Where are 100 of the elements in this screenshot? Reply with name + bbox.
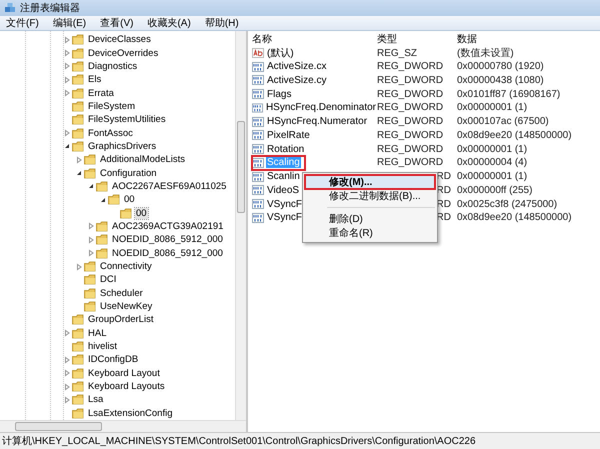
tree-item[interactable]: Keyboard Layouts — [87, 381, 166, 392]
collapsed-arrow-icon[interactable] — [62, 354, 72, 365]
tree-item[interactable]: AOC2267AESF69A011025 — [111, 180, 228, 192]
folder-icon — [72, 128, 84, 139]
folder-icon — [72, 60, 84, 72]
table-cell-text: 0x00000004 (4) — [457, 157, 528, 168]
folder-icon — [84, 274, 96, 286]
tree-item[interactable]: NOEDID_8086_5912_000 — [111, 248, 224, 259]
folder-icon — [72, 381, 84, 392]
collapsed-arrow-icon[interactable] — [62, 74, 72, 85]
tree-item[interactable]: Connectivity — [99, 261, 153, 272]
folder-icon — [96, 180, 108, 192]
tree-item[interactable]: Scheduler — [99, 288, 144, 299]
tree-item[interactable]: UseNewKey — [99, 301, 154, 312]
menu-item[interactable]: 帮助(H) — [204, 16, 239, 30]
binary-value-icon — [252, 89, 264, 100]
status-path: 计算机\HKEY_LOCAL_MACHINE\SYSTEM\ControlSet001\Control\GraphicsDrivers\Configuration\AOC226 — [2, 434, 476, 448]
value-name[interactable]: HSyncFreq.Numerator — [266, 116, 368, 128]
value-name[interactable]: VideoS — [266, 184, 300, 196]
tree-item[interactable]: GroupOrderList — [87, 314, 154, 326]
tree-item[interactable]: AdditionalModeLists — [99, 154, 186, 166]
collapsed-arrow-icon[interactable] — [62, 88, 72, 98]
menu-item[interactable]: 编辑(E) — [52, 16, 86, 30]
value-name[interactable]: VSyncF — [266, 198, 304, 210]
tree-item[interactable]: Keyboard Layout — [87, 368, 161, 379]
table-cell-text: 0x000000ff (255) — [457, 184, 534, 196]
value-name[interactable]: Rotation — [266, 144, 306, 155]
menu-item[interactable]: 修改二进制数据(B)... — [305, 189, 435, 203]
vertical-scrollbar[interactable] — [235, 31, 246, 420]
tree-item[interactable]: NOEDID_8086_5912_000 — [111, 234, 224, 246]
tree-item[interactable]: hivelist — [87, 341, 118, 352]
folder-icon — [72, 74, 84, 86]
menu-item[interactable]: 修改(M)... — [305, 175, 435, 189]
binary-value-icon — [252, 199, 264, 210]
collapsed-arrow-icon[interactable] — [62, 61, 72, 72]
value-name[interactable]: ActiveSize.cx — [266, 61, 328, 72]
column-header[interactable]: 数据 — [457, 32, 600, 46]
table-cell-text: REG_DWORD — [377, 130, 444, 141]
tree-item[interactable]: FileSystemUtilities — [87, 114, 167, 126]
collapsed-arrow-icon[interactable] — [62, 48, 72, 58]
collapsed-arrow-icon[interactable] — [86, 248, 96, 258]
menu-item[interactable]: 查看(V) — [100, 16, 134, 30]
column-header[interactable]: 类型 — [377, 32, 457, 46]
collapsed-arrow-icon[interactable] — [62, 368, 72, 378]
folder-icon — [84, 288, 96, 299]
tree-item[interactable]: Els — [87, 74, 102, 86]
tree-item[interactable]: AOC2369ACTG39A02191 — [111, 220, 224, 232]
binary-value-icon — [252, 212, 264, 223]
tree-item[interactable]: Lsa — [87, 394, 104, 406]
table-cell-text: 0x00000438 (1080) — [457, 74, 545, 86]
horizontal-scrollbar[interactable] — [0, 420, 246, 432]
value-name[interactable]: ActiveSize.cy — [266, 74, 328, 86]
collapsed-arrow-icon[interactable] — [62, 34, 72, 45]
string-value-icon — [252, 48, 264, 58]
value-name[interactable]: PixelRate — [266, 130, 311, 141]
tree-item[interactable]: IDConfigDB — [87, 354, 140, 366]
folder-icon — [72, 100, 84, 112]
binary-value-icon — [252, 158, 264, 168]
tree-item[interactable]: LsaExtensionConfig — [87, 408, 174, 419]
tree-item[interactable]: HAL — [87, 328, 108, 339]
collapsed-arrow-icon[interactable] — [62, 382, 72, 392]
folder-icon — [72, 88, 84, 99]
tree-item[interactable]: FontAssoc — [87, 128, 134, 139]
registry-cubes-icon — [4, 2, 16, 14]
collapsed-arrow-icon[interactable] — [62, 328, 72, 338]
tree-item[interactable]: FileSystem — [87, 100, 136, 112]
table-cell-text: 0x08d9ee20 (148500000) — [457, 130, 573, 141]
collapsed-arrow-icon[interactable] — [62, 394, 72, 405]
value-name[interactable]: (默认) — [266, 46, 295, 60]
folder-icon — [84, 154, 96, 166]
binary-value-icon — [252, 102, 263, 113]
menu-item[interactable]: 删除(D) — [305, 212, 435, 226]
tree-item[interactable]: GraphicsDrivers — [87, 140, 158, 152]
tree-item[interactable]: DeviceClasses — [87, 34, 152, 46]
table-cell-text: 0x00000001 (1) — [457, 144, 528, 155]
folder-icon — [108, 194, 120, 206]
binary-value-icon — [252, 144, 264, 154]
column-header[interactable]: 名称 — [252, 32, 377, 46]
table-cell-text: REG_DWORD — [377, 88, 444, 100]
tree-item[interactable]: Configuration — [99, 168, 158, 179]
value-name[interactable]: Scanlin — [266, 171, 301, 182]
tree-item[interactable]: 00 — [123, 194, 136, 206]
folder-icon — [96, 234, 108, 246]
tree-item[interactable]: Errata — [87, 88, 115, 99]
table-cell-text: 0x00000780 (1920) — [457, 61, 545, 72]
value-name[interactable]: Flags — [266, 88, 292, 100]
collapsed-arrow-icon[interactable] — [74, 262, 84, 272]
menu-item[interactable]: 收藏夹(A) — [147, 16, 191, 30]
tree-item[interactable]: 00 — [135, 208, 148, 219]
menu-item[interactable]: 文件(F) — [6, 16, 39, 30]
collapsed-arrow-icon[interactable] — [86, 221, 96, 232]
value-name[interactable]: VSyncF — [266, 212, 304, 224]
collapsed-arrow-icon[interactable] — [86, 234, 96, 245]
tree-item[interactable]: DeviceOverrides — [87, 48, 160, 59]
table-cell-text: REG_DWORD — [377, 102, 444, 114]
menu-item[interactable]: 重命名(R) — [305, 226, 435, 240]
tree-item[interactable]: Diagnostics — [87, 60, 138, 72]
tree-item[interactable]: DCI — [99, 274, 118, 286]
folder-icon — [84, 301, 96, 312]
value-name[interactable]: HSyncFreq.Denominator — [264, 102, 377, 114]
